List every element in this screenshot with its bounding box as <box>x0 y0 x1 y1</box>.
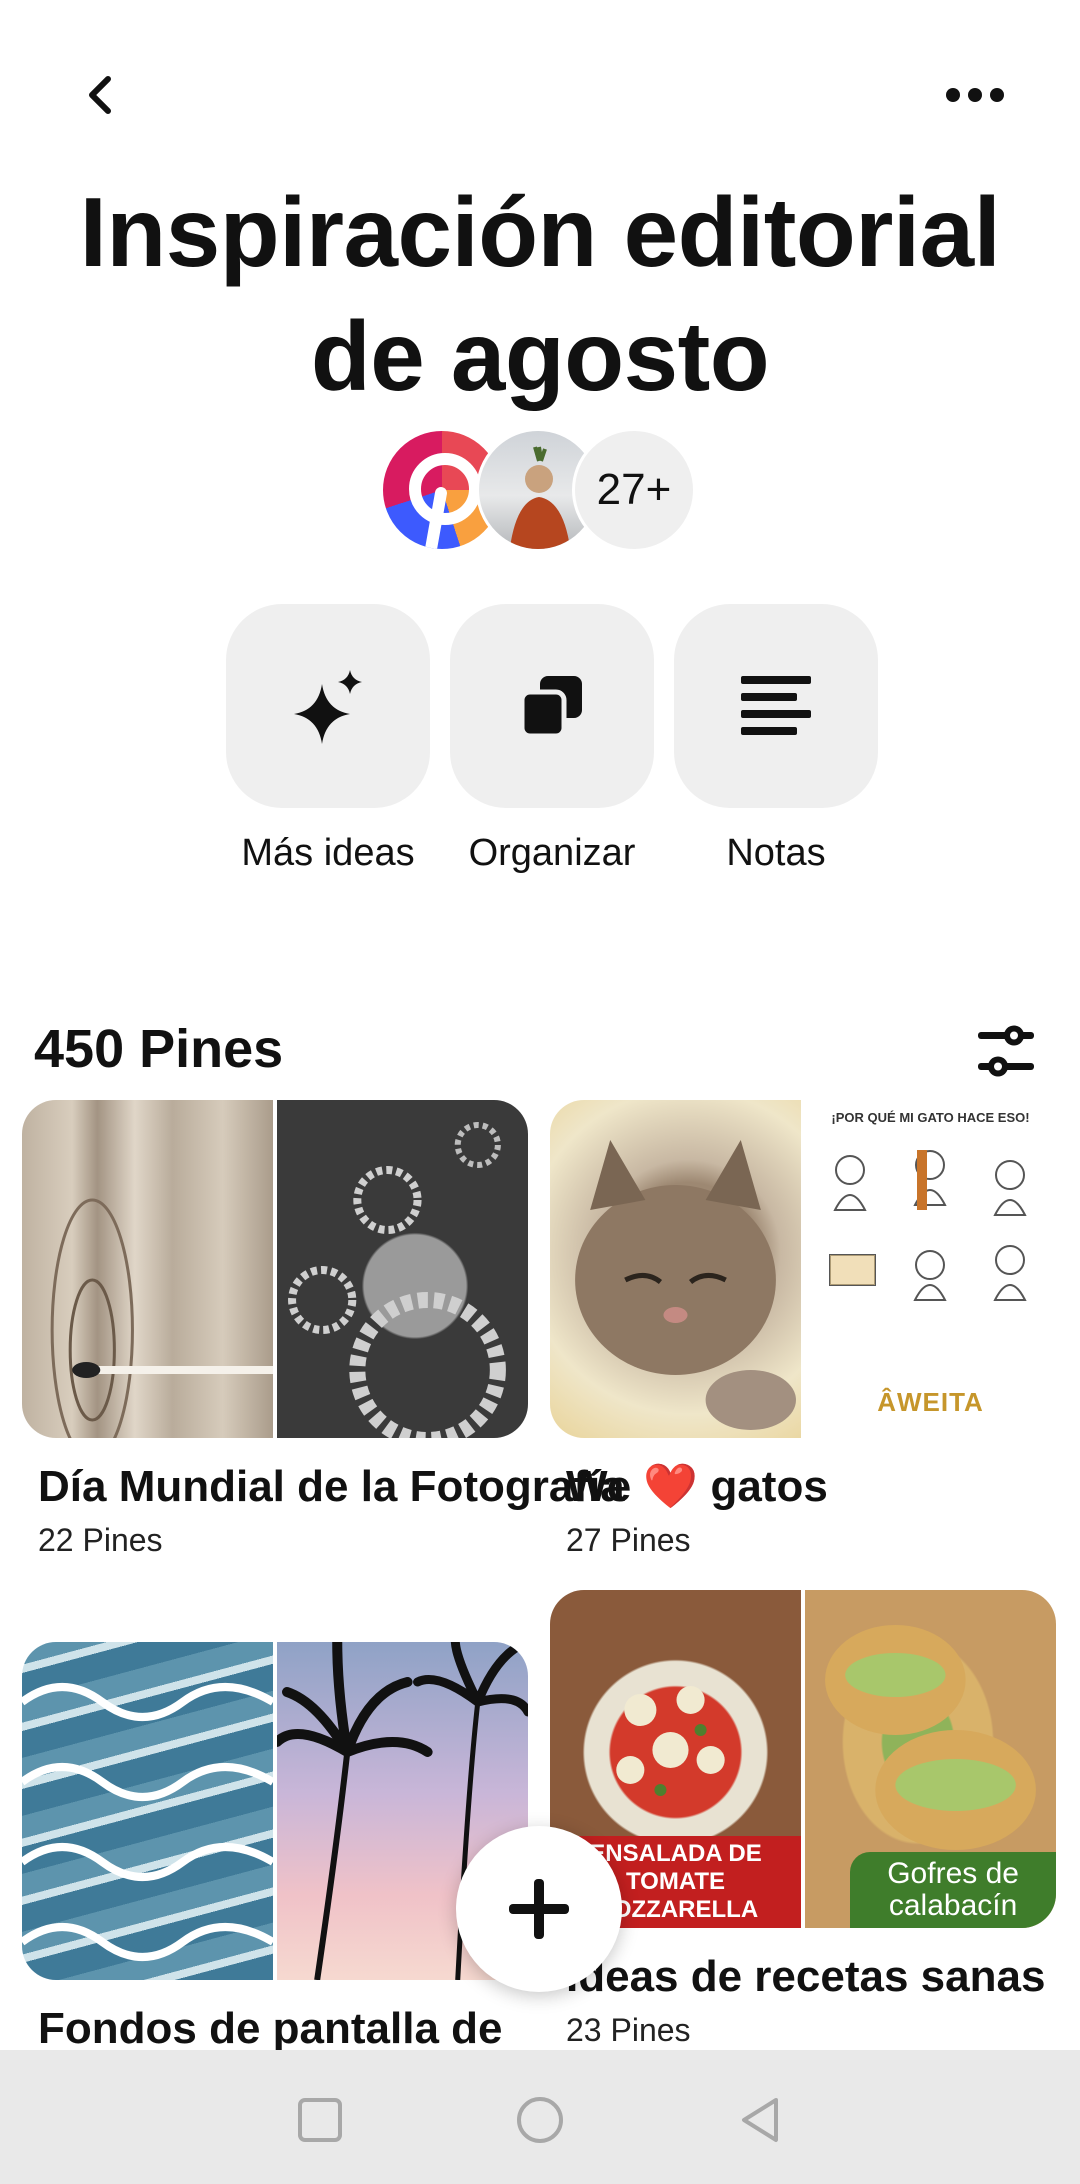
home-button[interactable] <box>500 2080 580 2160</box>
section-name: Ideas de recetas sanas <box>566 1952 1046 2001</box>
kitten-photo <box>550 1100 801 1438</box>
board-title: Inspiración editorial de agosto <box>79 177 1001 411</box>
organize-button[interactable] <box>450 604 654 808</box>
section-name: Día Mundial de la Fotografía <box>38 1462 625 1511</box>
section-cover[interactable] <box>22 1100 528 1438</box>
add-button[interactable] <box>456 1826 622 1992</box>
recents-button[interactable] <box>280 2080 360 2160</box>
pins-count: 450 Pines <box>34 1019 284 1079</box>
cat-infographic: ¡POR QUÉ MI GATO HACE ESO! ÂWEITA <box>805 1100 1056 1438</box>
more-ideas-button[interactable] <box>226 604 430 808</box>
gears-photo <box>277 1100 528 1438</box>
recents-square-icon <box>298 2098 342 2142</box>
collaborators[interactable]: 27+ <box>380 428 700 552</box>
section-name: Fondos de pantalla de <box>38 2004 503 2053</box>
collaborators-overflow-badge[interactable]: 27+ <box>572 428 696 552</box>
organize-action[interactable]: Organizar <box>450 604 654 875</box>
infographic-brand: ÂWEITA <box>877 1387 984 1417</box>
waves-pattern-image <box>22 1642 273 1980</box>
section-cover[interactable]: ENSALADA DE TOMATE MOZZARELLA Gofres de … <box>550 1590 1056 1928</box>
infographic-title: ¡POR QUÉ MI GATO HACE ESO! <box>831 1110 1030 1125</box>
back-button[interactable] <box>60 55 140 135</box>
sparkle-icon <box>294 670 362 744</box>
home-circle-icon <box>517 2097 563 2143</box>
notes-label: Notas <box>726 832 826 874</box>
notes-action[interactable]: Notas <box>674 604 878 875</box>
section-pin-count: 27 Pines <box>566 1522 691 1558</box>
notes-button[interactable] <box>674 604 878 808</box>
system-navigation-bar <box>0 2050 1080 2184</box>
back-arrow-icon <box>89 76 111 114</box>
section-name: We ❤️ gatos <box>566 1462 828 1511</box>
more-options-button[interactable] <box>930 55 1020 135</box>
filter-icon <box>978 1025 1034 1077</box>
waffles-photo: Gofres de calabacín <box>805 1590 1056 1928</box>
top-bar <box>0 0 1080 190</box>
section-pin-count: 23 Pines <box>566 2012 691 2048</box>
more-ideas-label: Más ideas <box>241 832 415 874</box>
board-section-card[interactable]: Fondos de pantalla de <box>22 1642 528 2056</box>
more-options-icon <box>946 88 1004 102</box>
waffle-caption: Gofres de calabacín <box>850 1852 1056 1928</box>
organize-icon <box>519 676 582 739</box>
filter-button[interactable] <box>970 1018 1042 1086</box>
plus-icon <box>509 1879 569 1939</box>
section-cover[interactable] <box>22 1642 528 1980</box>
section-cover[interactable]: ¡POR QUÉ MI GATO HACE ESO! ÂWEITA <box>550 1100 1056 1438</box>
board-section-card[interactable]: ¡POR QUÉ MI GATO HACE ESO! ÂWEITA We ❤️ … <box>550 1100 1056 1559</box>
back-triangle-icon <box>742 2098 778 2142</box>
section-pin-count: 22 Pines <box>38 1522 163 1558</box>
notes-icon <box>741 676 811 735</box>
organize-label: Organizar <box>468 832 636 874</box>
board-section-card[interactable]: Día Mundial de la Fotografía 22 Pines <box>22 1100 625 1559</box>
back-nav-button[interactable] <box>720 2080 800 2160</box>
more-ideas-action[interactable]: Más ideas <box>226 604 430 875</box>
board-section-card[interactable]: ENSALADA DE TOMATE MOZZARELLA Gofres de … <box>550 1590 1056 2049</box>
wood-photo <box>22 1100 273 1438</box>
